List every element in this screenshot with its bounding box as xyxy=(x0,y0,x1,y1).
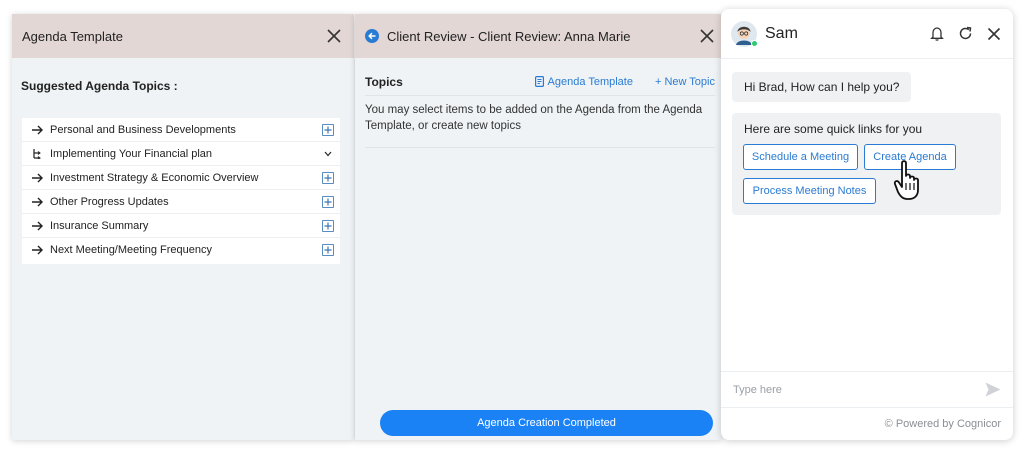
arrow-right-icon xyxy=(32,245,43,255)
plus-box-icon[interactable] xyxy=(322,171,334,184)
bell-icon[interactable] xyxy=(930,26,944,41)
topic-label: Next Meeting/Meeting Frequency xyxy=(50,244,213,256)
bot-name: Sam xyxy=(765,24,798,42)
plus-box-icon[interactable] xyxy=(322,195,334,208)
client-review-panel: Client Review - Client Review: Anna Mari… xyxy=(355,14,721,440)
plus-box-icon[interactable] xyxy=(322,244,334,256)
quick-links-title: Here are some quick links for you xyxy=(744,122,923,136)
chat-panel: Sam Hi Brad, How can I help you? Here ar… xyxy=(721,9,1013,440)
topic-row[interactable]: Next Meeting/Meeting Frequency xyxy=(22,238,340,262)
avatar xyxy=(731,20,758,47)
powered-by-footer: © Powered by Cognicor xyxy=(721,407,1013,440)
greeting-message: Hi Brad, How can I help you? xyxy=(732,72,912,102)
agenda-creation-completed-button[interactable]: Agenda Creation Completed xyxy=(380,410,713,436)
topics-description: You may select items to be added on the … xyxy=(365,104,703,132)
agenda-template-header: Agenda Template xyxy=(12,14,354,58)
close-icon[interactable] xyxy=(699,28,715,44)
topic-label: Personal and Business Developments xyxy=(50,123,236,136)
agenda-template-link-label: Agenda Template xyxy=(547,75,633,88)
topic-row[interactable]: Other Progress Updates xyxy=(22,190,340,214)
topics-toolbar: Topics Agenda Template + New Topic xyxy=(365,68,715,96)
topic-label: Investment Strategy & Economic Overview xyxy=(50,171,259,184)
new-topic-link[interactable]: + New Topic xyxy=(655,76,715,88)
process-meeting-notes-button[interactable]: Process Meeting Notes xyxy=(743,178,876,204)
schedule-meeting-button[interactable]: Schedule a Meeting xyxy=(743,144,858,170)
close-icon[interactable] xyxy=(987,27,1001,41)
topic-row[interactable]: Investment Strategy & Economic Overview xyxy=(22,166,340,190)
online-status-dot xyxy=(751,39,758,47)
agenda-template-link[interactable]: Agenda Template xyxy=(534,75,633,88)
arrow-right-icon xyxy=(32,197,43,206)
client-review-title: Client Review - Client Review: Anna Mari… xyxy=(387,28,631,44)
arrow-right-icon xyxy=(32,221,43,230)
refresh-icon[interactable] xyxy=(958,26,973,41)
close-icon[interactable] xyxy=(326,28,342,44)
topic-label: Other Progress Updates xyxy=(50,195,169,208)
send-icon[interactable] xyxy=(985,382,1001,397)
topic-row[interactable]: Insurance Summary xyxy=(22,214,340,238)
chat-message-input[interactable] xyxy=(733,383,985,396)
agenda-template-title: Agenda Template xyxy=(22,28,123,44)
hand-pointer-cursor-icon xyxy=(893,160,919,200)
divider xyxy=(365,147,715,148)
topic-label: Implementing Your Financial plan xyxy=(50,147,213,160)
topic-row[interactable]: Implementing Your Financial plan xyxy=(22,142,340,166)
topic-label: Insurance Summary xyxy=(50,219,149,232)
topic-row[interactable]: Personal and Business Developments xyxy=(22,118,340,142)
plus-box-icon[interactable] xyxy=(322,123,334,136)
client-review-header: Client Review - Client Review: Anna Mari… xyxy=(355,14,721,58)
plus-box-icon[interactable] xyxy=(322,219,334,232)
new-topic-link-label: + New Topic xyxy=(654,75,715,88)
chevron-down-icon[interactable] xyxy=(322,148,334,160)
suggested-topics-list: Personal and Business Developments Imple… xyxy=(22,118,340,264)
agenda-template-panel: Agenda Template Suggested Agenda Topics … xyxy=(12,14,354,440)
arrow-right-icon xyxy=(32,173,43,182)
document-icon xyxy=(534,76,544,87)
subtopics-icon xyxy=(33,148,41,159)
suggested-topics-label: Suggested Agenda Topics : xyxy=(21,79,178,93)
arrow-right-icon xyxy=(32,125,43,134)
chat-header: Sam xyxy=(721,9,1013,59)
chat-input-bar xyxy=(721,371,1013,407)
back-arrow-icon[interactable] xyxy=(365,29,379,43)
topics-label: Topics xyxy=(365,74,403,89)
